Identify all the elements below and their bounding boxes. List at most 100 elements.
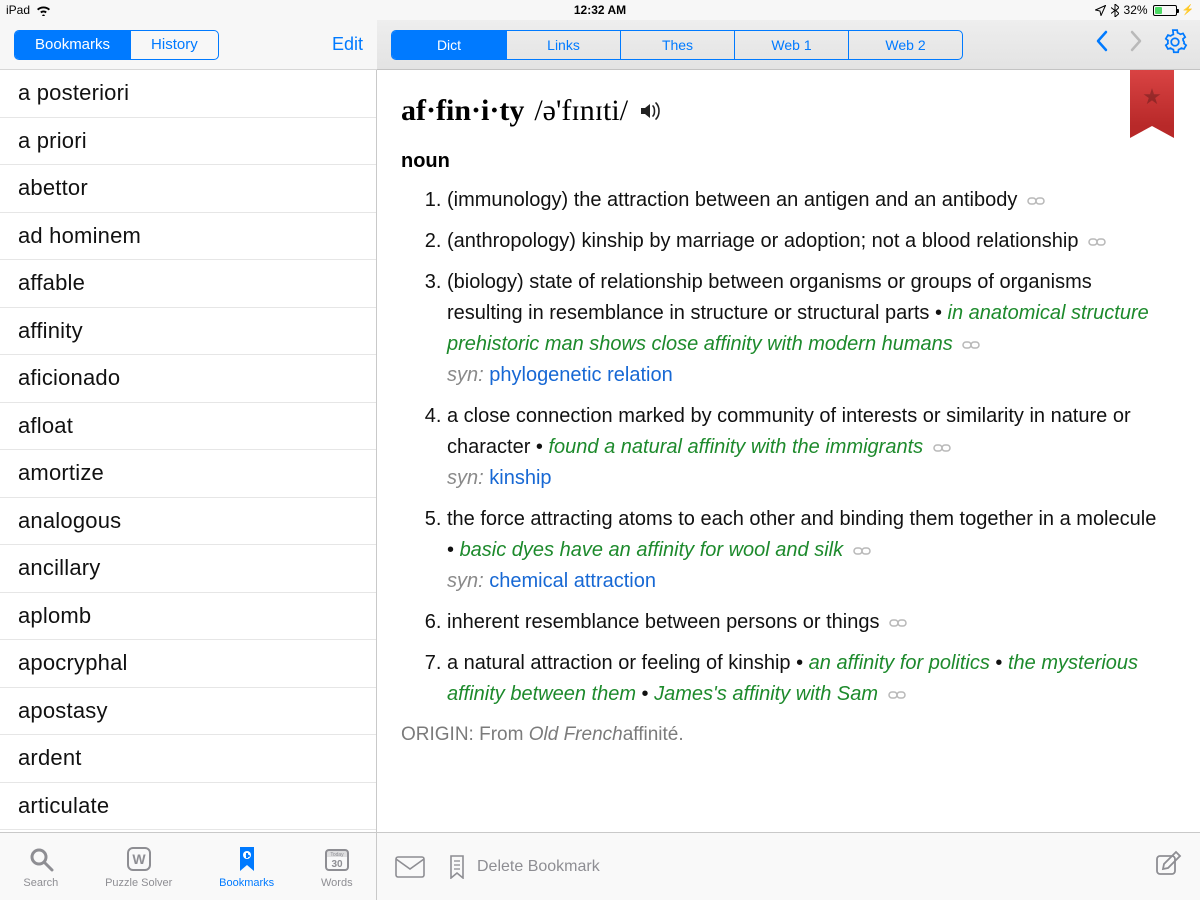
clock: 12:32 AM <box>574 3 626 17</box>
syn-label: syn: <box>447 364 484 386</box>
main-bottom-toolbar: Delete Bookmark <box>377 832 1200 900</box>
wifi-icon <box>36 5 51 16</box>
tab-web2[interactable]: Web 2 <box>848 31 962 59</box>
seg-history[interactable]: History <box>130 31 218 59</box>
word-list-item[interactable]: analogous <box>0 498 376 546</box>
synonym-link[interactable]: chemical attraction <box>489 570 656 592</box>
tab-links[interactable]: Links <box>506 31 620 59</box>
definition-text: the force attracting atoms to each other… <box>447 508 1156 530</box>
svg-text:W: W <box>132 851 146 867</box>
word-list-pane: a posterioria prioriabettorad hominemaff… <box>0 70 377 832</box>
word-list-item[interactable]: apocryphal <box>0 640 376 688</box>
link-icon[interactable] <box>1088 228 1106 256</box>
definitions-list: (immunology) the attraction between an a… <box>447 185 1170 710</box>
definition-text: (immunology) the attraction between an a… <box>447 189 1017 211</box>
tab-item-bookmarks[interactable]: Bookmarks <box>219 844 274 889</box>
compose-button[interactable] <box>1154 850 1182 883</box>
status-bar: iPad 12:32 AM 32% ⚡ <box>0 0 1200 20</box>
definition-item: a close connection marked by community o… <box>447 401 1170 494</box>
definition-text: inherent resemblance between persons or … <box>447 611 879 633</box>
star-icon: ★ <box>1142 84 1162 110</box>
link-icon[interactable] <box>888 681 906 709</box>
location-icon <box>1095 5 1106 16</box>
tab-item-puzzle[interactable]: W Puzzle Solver <box>105 844 172 889</box>
tab-label: Bookmarks <box>219 877 274 889</box>
link-icon[interactable] <box>962 331 980 359</box>
example-text: James's affinity with Sam <box>654 683 878 705</box>
tab-item-search[interactable]: Search <box>23 844 58 889</box>
main-toolbar: Dict Links Thes Web 1 Web 2 <box>377 20 1200 70</box>
edit-button[interactable]: Edit <box>332 34 363 55</box>
speaker-button[interactable] <box>638 100 662 122</box>
origin-word: affinité. <box>623 724 684 745</box>
sidebar-toolbar: Bookmarks History Edit <box>0 20 377 70</box>
headword-line: af·fin·i·ty /ə'fɪnɪti/ <box>401 94 1170 128</box>
word-list-item[interactable]: ardent <box>0 735 376 783</box>
tab-item-words[interactable]: Today30 Words <box>321 844 353 889</box>
word-list: a posterioria prioriabettorad hominemaff… <box>0 70 376 830</box>
delete-bookmark-button[interactable]: Delete Bookmark <box>447 855 600 879</box>
definition-item: (anthropology) kinship by marriage or ad… <box>447 226 1170 257</box>
definition-item: the force attracting atoms to each other… <box>447 504 1170 597</box>
tab-thes[interactable]: Thes <box>620 31 734 59</box>
seg-bookmarks[interactable]: Bookmarks <box>15 31 130 59</box>
tab-label: Search <box>23 877 58 889</box>
pronunciation: /ə'fɪnɪti/ <box>534 94 628 128</box>
headword: af·fin·i·ty <box>401 94 524 128</box>
back-button[interactable] <box>1094 29 1110 60</box>
origin-lang: Old French <box>529 724 623 745</box>
word-list-item[interactable]: articulate <box>0 783 376 831</box>
link-icon[interactable] <box>933 434 951 462</box>
link-icon[interactable] <box>889 609 907 637</box>
syn-label: syn: <box>447 467 484 489</box>
main-segmented: Dict Links Thes Web 1 Web 2 <box>391 30 963 60</box>
link-icon[interactable] <box>1027 187 1045 215</box>
word-list-item[interactable]: affinity <box>0 308 376 356</box>
battery-percent: 32% <box>1124 3 1148 17</box>
word-list-item[interactable]: ad hominem <box>0 213 376 261</box>
word-list-item[interactable]: abettor <box>0 165 376 213</box>
forward-button <box>1128 29 1144 60</box>
synonym-link[interactable]: phylogenetic relation <box>489 364 672 386</box>
syn-label: syn: <box>447 570 484 592</box>
tab-label: Words <box>321 877 353 889</box>
example-text: an affinity for politics <box>809 652 990 674</box>
definition-text: a natural attraction or feeling of kinsh… <box>447 652 791 674</box>
definition-item: inherent resemblance between persons or … <box>447 607 1170 638</box>
word-list-item[interactable]: amortize <box>0 450 376 498</box>
settings-button[interactable] <box>1162 29 1188 60</box>
search-icon <box>26 844 56 874</box>
synonym-link[interactable]: kinship <box>489 467 551 489</box>
definition-item: a natural attraction or feeling of kinsh… <box>447 648 1170 710</box>
calendar-icon: Today30 <box>322 844 352 874</box>
sidebar-tabbar: Search W Puzzle Solver Bookmarks Today30… <box>0 832 377 900</box>
svg-text:Today: Today <box>330 852 344 858</box>
sidebar-segmented: Bookmarks History <box>14 30 219 60</box>
word-list-item[interactable]: afloat <box>0 403 376 451</box>
bluetooth-icon <box>1111 4 1119 17</box>
puzzle-icon: W <box>124 844 154 874</box>
svg-text:30: 30 <box>331 859 343 870</box>
origin-label: ORIGIN: From <box>401 724 529 745</box>
word-list-item[interactable]: ancillary <box>0 545 376 593</box>
example-text: basic dyes have an affinity for wool and… <box>460 539 844 561</box>
word-list-item[interactable]: aplomb <box>0 593 376 641</box>
origin-line: ORIGIN: From Old Frenchaffinité. <box>401 724 1170 746</box>
word-list-item[interactable]: affable <box>0 260 376 308</box>
definition-item: (immunology) the attraction between an a… <box>447 185 1170 216</box>
word-list-item[interactable]: apostasy <box>0 688 376 736</box>
bookmarks-icon <box>232 844 262 874</box>
mail-button[interactable] <box>395 856 425 878</box>
word-list-item[interactable]: a posteriori <box>0 70 376 118</box>
tab-web1[interactable]: Web 1 <box>734 31 848 59</box>
word-list-item[interactable]: aficionado <box>0 355 376 403</box>
tab-label: Puzzle Solver <box>105 877 172 889</box>
definition-text: (anthropology) kinship by marriage or ad… <box>447 230 1079 252</box>
link-icon[interactable] <box>853 537 871 565</box>
tab-dict[interactable]: Dict <box>392 31 506 59</box>
word-list-item[interactable]: a priori <box>0 118 376 166</box>
delete-bookmark-label: Delete Bookmark <box>477 858 600 876</box>
bookmark-ribbon[interactable]: ★ <box>1130 70 1174 126</box>
definition-item: (biology) state of relationship between … <box>447 267 1170 391</box>
charging-icon: ⚡ <box>1182 5 1194 16</box>
